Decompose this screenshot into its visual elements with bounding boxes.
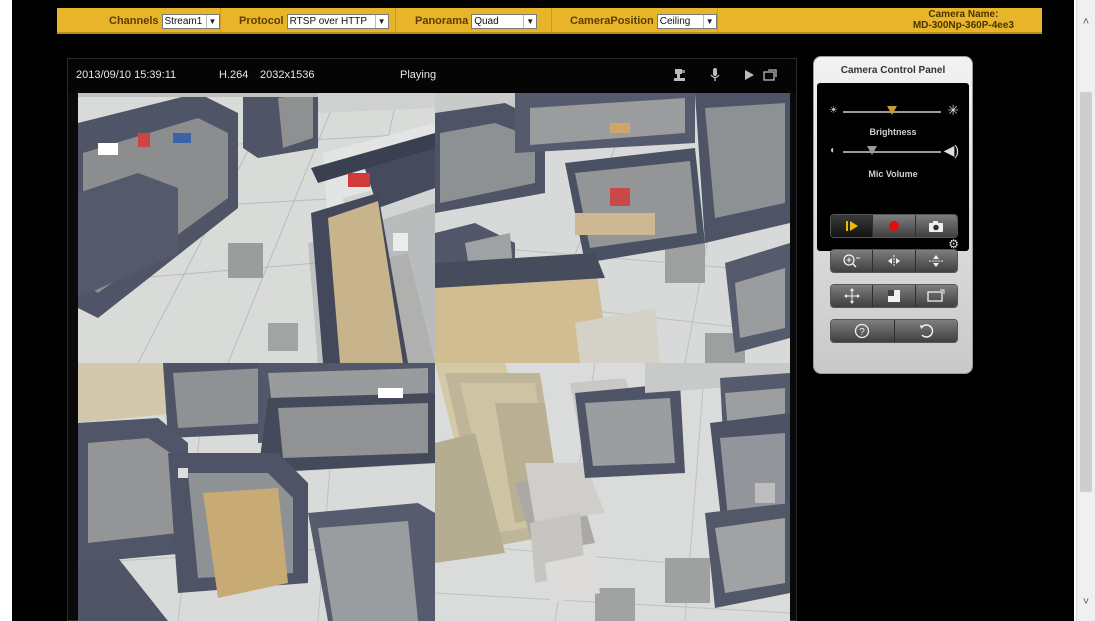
video-viewport: 2013/09/10 15:39:11 H.264 2032x1536 Play… — [67, 58, 797, 621]
video-quadrant-2[interactable] — [435, 93, 790, 363]
panel-title: Camera Control Panel — [840, 65, 946, 76]
panorama-group: Panorama Quad ▼ — [415, 12, 538, 30]
scroll-down-icon[interactable]: ˅ — [1077, 594, 1095, 610]
corner-crop-icon — [887, 290, 900, 302]
volume-low-icon: ◖ — [829, 145, 836, 156]
chevron-down-icon: ▼ — [205, 14, 219, 28]
view-controls — [830, 249, 958, 273]
toolbar-divider — [551, 8, 552, 32]
camera-feed-image — [435, 363, 790, 621]
record-button[interactable] — [873, 215, 916, 237]
chevron-down-icon: ▼ — [374, 14, 388, 28]
panorama-label: Panorama — [415, 15, 469, 27]
chevron-down-icon: ▼ — [702, 14, 716, 28]
video-quadrant-3[interactable] — [78, 363, 435, 621]
reset-icon — [919, 324, 933, 338]
toolbar-divider — [220, 8, 221, 32]
toolbar-divider — [717, 8, 718, 32]
microphone-icon[interactable] — [707, 67, 723, 83]
zoom-in-icon — [843, 254, 860, 268]
crop-button[interactable] — [873, 285, 916, 307]
camera-position-select[interactable]: Ceiling ▼ — [656, 13, 717, 29]
camera-name: Camera Name: MD-300Np-360P-4ee3 — [913, 9, 1014, 31]
flip-button[interactable] — [915, 250, 957, 272]
play-icon — [845, 221, 858, 231]
brightness-label: Brightness — [869, 127, 917, 137]
quad-view[interactable] — [78, 93, 790, 621]
zoom-in-button[interactable] — [831, 250, 874, 272]
playback-controls — [830, 214, 958, 238]
camera-position-value: Ceiling — [659, 15, 691, 27]
help-controls: ? — [830, 319, 958, 343]
svg-text:?: ? — [859, 327, 865, 338]
panorama-select[interactable]: Quad ▼ — [471, 13, 538, 29]
play-button[interactable] — [831, 215, 874, 237]
mirror-button[interactable] — [873, 250, 916, 272]
protocol-value: RTSP over HTTP — [289, 15, 368, 27]
channels-select[interactable]: Stream1 ▼ — [161, 13, 220, 29]
camera-position-label: CameraPosition — [570, 15, 654, 27]
help-icon: ? — [855, 323, 870, 339]
move-icon — [843, 288, 860, 304]
ptz-icon[interactable] — [672, 67, 688, 83]
fullscreen-icon[interactable] — [762, 67, 778, 83]
brightness-low-icon: ☀ — [829, 105, 838, 116]
camera-position-group: CameraPosition Ceiling ▼ — [570, 12, 717, 30]
camera-control-panel: Camera Control Panel ☀ ✳ Brightness ◖ ◀)… — [813, 56, 973, 374]
ptz-controls — [830, 284, 958, 308]
channels-group: Channels Stream1 ▼ — [109, 12, 220, 30]
move-button[interactable] — [831, 285, 874, 307]
snapshot-icon — [929, 220, 944, 232]
protocol-group: Protocol RTSP over HTTP ▼ — [239, 12, 389, 30]
record-icon — [888, 221, 899, 231]
mic-volume-slider[interactable]: ◖ ◀) — [829, 142, 959, 159]
protocol-select[interactable]: RTSP over HTTP ▼ — [286, 13, 389, 29]
scrollbar-thumb[interactable] — [1080, 92, 1092, 492]
playback-state: Playing — [400, 69, 437, 81]
panorama-value: Quad — [474, 15, 499, 27]
chevron-down-icon: ▼ — [523, 14, 537, 28]
video-quadrant-1[interactable] — [78, 93, 435, 363]
slider-handle[interactable] — [887, 106, 897, 115]
camera-feed-image — [78, 363, 435, 621]
camera-name-label: Camera Name: — [928, 9, 999, 20]
reset-button[interactable] — [894, 320, 957, 342]
vertical-scrollbar[interactable]: ˄ ˅ — [1076, 0, 1095, 621]
channels-label: Channels — [109, 15, 159, 27]
camera-feed-image — [78, 93, 435, 363]
resolution: 2032x1536 — [260, 69, 315, 81]
toolbar-divider — [395, 8, 396, 32]
brightness-slider[interactable]: ☀ ✳ — [829, 102, 959, 119]
mirror-horizontal-icon — [887, 255, 900, 267]
snapshot-button[interactable] — [915, 215, 957, 237]
help-button[interactable]: ? — [831, 320, 895, 342]
camera-name-value: MD-300Np-360P-4ee3 — [912, 20, 1014, 31]
mic-volume-label: Mic Volume — [868, 169, 918, 179]
scroll-up-icon[interactable]: ˄ — [1077, 14, 1095, 30]
timestamp: 2013/09/10 15:39:11 — [76, 69, 177, 81]
top-toolbar: Channels Stream1 ▼ Protocol RTSP over HT… — [57, 8, 1042, 34]
protocol-label: Protocol — [239, 15, 284, 27]
viewer-window: Channels Stream1 ▼ Protocol RTSP over HT… — [12, 0, 1074, 621]
play-icon[interactable] — [741, 67, 757, 83]
aspect-ratio-icon — [927, 289, 945, 302]
slider-handle[interactable] — [867, 146, 878, 155]
brightness-high-icon: ✳ — [947, 102, 959, 118]
video-quadrant-4[interactable] — [435, 363, 790, 621]
camera-feed-image — [435, 93, 790, 363]
aspect-button[interactable] — [915, 285, 957, 307]
volume-high-icon: ◀) — [943, 142, 959, 158]
channels-value: Stream1 — [164, 15, 203, 27]
flip-vertical-icon — [929, 255, 944, 267]
codec: H.264 — [219, 69, 249, 81]
video-status-bar: 2013/09/10 15:39:11 H.264 2032x1536 Play… — [68, 59, 796, 93]
slider-track — [843, 151, 941, 153]
